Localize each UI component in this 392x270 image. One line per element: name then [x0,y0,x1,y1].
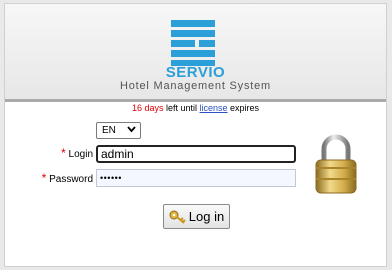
brand-name: SERVIO [165,64,226,81]
login-label: Login [68,149,93,160]
login-input[interactable]: admin [96,145,296,163]
password-label: Password [49,174,93,185]
login-button-label: Log in [188,209,225,224]
license-link[interactable]: license [200,103,228,113]
padlock-icon [315,134,357,194]
license-days: 16 days [131,103,164,113]
required-marker: * [61,146,66,160]
password-input[interactable]: •••••• [96,169,296,187]
header: SERVIO Hotel Management System [5,4,386,102]
login-button[interactable]: Log in [163,204,230,229]
language-select[interactable]: EN [96,122,141,139]
login-panel: SERVIO Hotel Management System 16 days l… [4,3,387,267]
required-marker: * [41,171,47,185]
login-label-group: * Login [53,146,93,160]
key-icon [169,210,186,224]
app-subtitle: Hotel Management System [119,80,272,92]
password-label-group: * Password [33,171,93,185]
license-text-after: expires [227,103,260,113]
chevron-down-icon [127,123,136,138]
servio-logo-icon [171,20,215,66]
license-text-before: left until [163,103,200,113]
language-selected: EN [102,125,116,136]
license-notice: 16 days left until license expires [5,103,386,113]
